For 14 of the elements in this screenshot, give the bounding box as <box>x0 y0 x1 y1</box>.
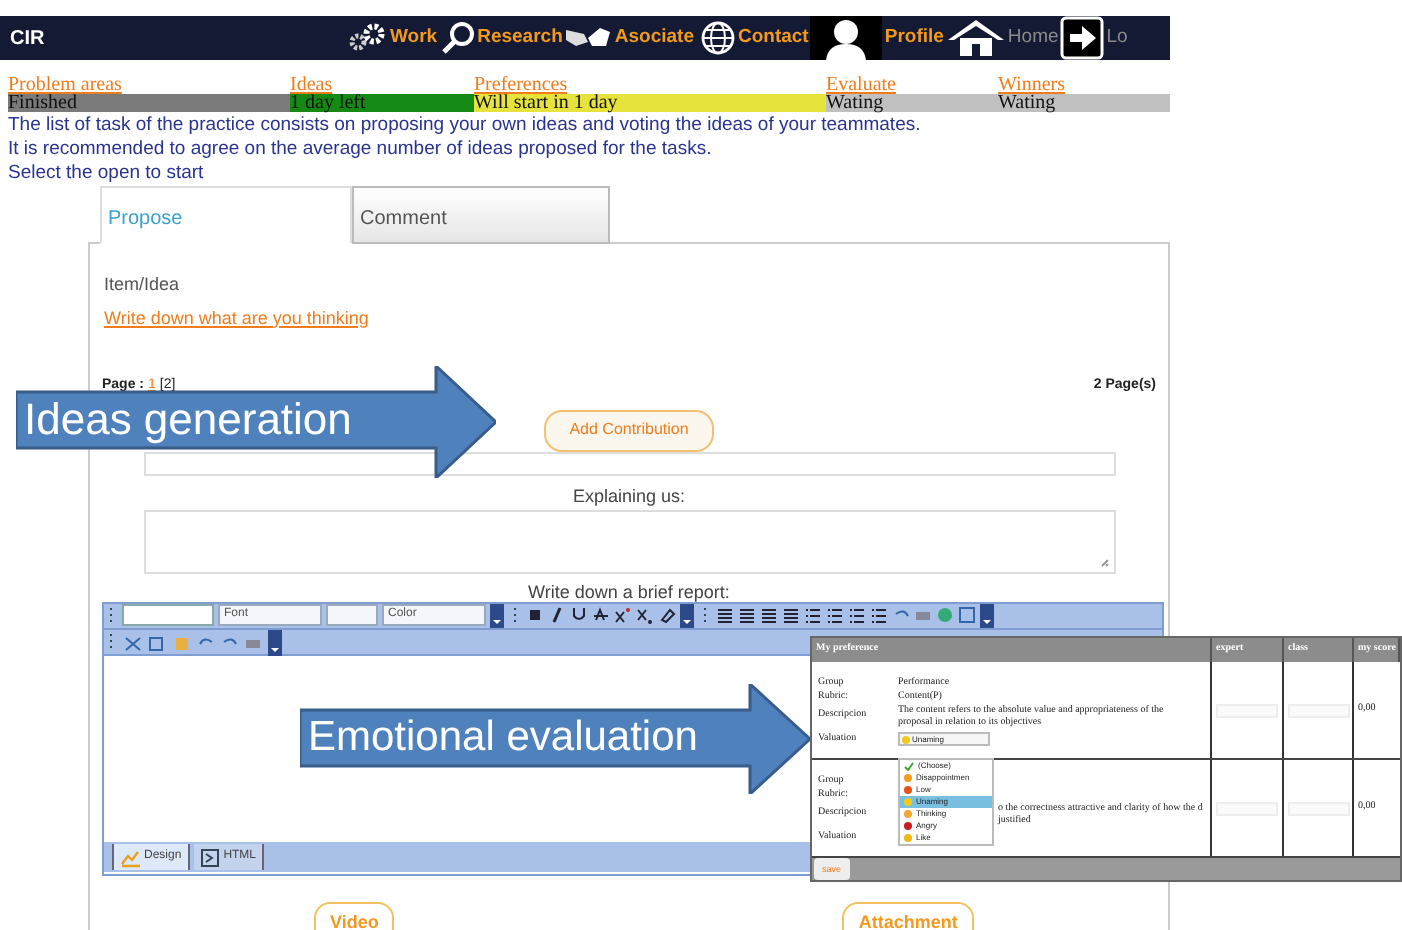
brand-name: CIR <box>8 25 47 53</box>
status-cell: 1 day left <box>290 94 474 112</box>
instruction-text: Select the open to start <box>8 162 204 186</box>
field-label: Explaining us: <box>572 485 686 505</box>
status-cell: Wating <box>826 94 998 112</box>
status-cell: Finished <box>8 94 290 112</box>
instruction-text: It is recommended to agree on the average number of ideas proposed for the tasks. <box>8 138 712 162</box>
callout-label: Emotional evaluation <box>308 716 698 758</box>
instruction-text: The list of task of the practice consists on proposing your own ideas and voting the ideas of your teammates. <box>8 114 921 138</box>
item-heading: Item/Idea <box>104 272 180 298</box>
status-cell: Will start in 1 day <box>474 94 826 112</box>
callout-label: Ideas generation <box>24 398 352 442</box>
status-cell: Wating <box>998 94 1170 112</box>
field-label: Write down a brief report: <box>528 581 730 601</box>
